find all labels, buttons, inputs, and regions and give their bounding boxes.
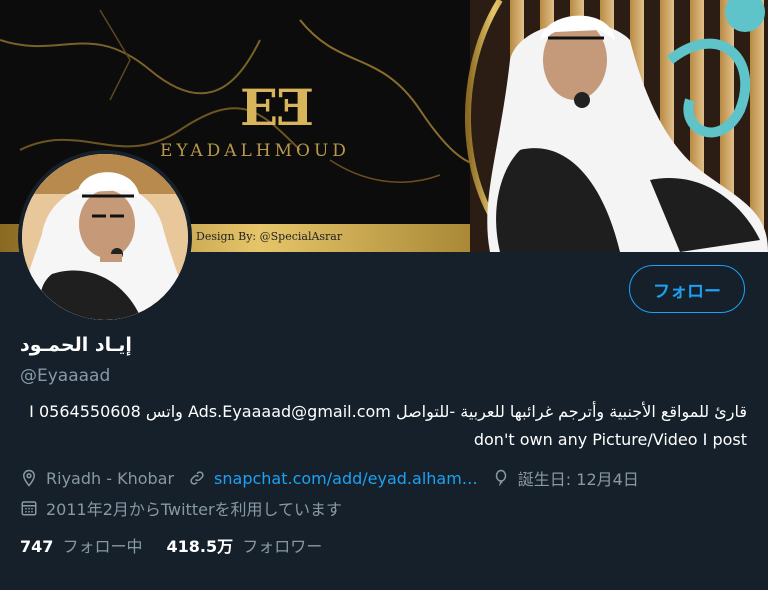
following-stat[interactable]: 747 フォロー中 — [20, 533, 143, 557]
location-text: Riyadh - Khobar — [46, 468, 175, 488]
following-count: 747 — [20, 537, 54, 556]
website-item[interactable]: snapchat.com/add/eyad.alham… — [188, 469, 478, 488]
follow-button[interactable]: フォロー — [629, 265, 745, 313]
profile-bio: قارئ للمواقع الأجنبية وأترجم غرائبها للع… — [20, 398, 747, 454]
birthday-text: 誕生日: 12月4日 — [517, 470, 639, 489]
bio-line-1: قارئ للمواقع الأجنبية وأترجم غرائبها للع… — [29, 402, 747, 421]
banner-credit: Design By: @SpecialAsrar — [196, 230, 343, 243]
banner-brand-text: EYADALHMOUD — [160, 141, 350, 161]
banner-logo-mark: EƎ — [240, 78, 314, 137]
calendar-icon — [21, 501, 37, 516]
avatar-photo — [22, 154, 188, 320]
profile-meta-row: Riyadh - Khobar snapchat.com/add/eyad.al… — [20, 464, 653, 492]
profile-stats: 747 フォロー中 418.5万 フォロワー — [20, 533, 346, 557]
birthday-item: 誕生日: 12月4日 — [492, 466, 639, 490]
bio-line-2: don't own any Picture/Video I post — [473, 430, 747, 449]
birthday-balloon-icon — [495, 469, 507, 486]
link-icon — [190, 471, 204, 485]
location-icon — [22, 469, 36, 487]
profile-handle: @Eyaaaad — [20, 366, 111, 386]
followers-label: フォロワー — [242, 537, 323, 556]
profile-joined-row: 2011年2月からTwitterを利用しています — [20, 494, 356, 522]
avatar[interactable] — [18, 150, 192, 324]
website-link[interactable]: snapchat.com/add/eyad.alham… — [214, 469, 478, 488]
following-label: フォロー中 — [62, 537, 143, 556]
followers-stat[interactable]: 418.5万 フォロワー — [167, 533, 323, 557]
joined-item: 2011年2月からTwitterを利用しています — [20, 496, 342, 520]
location-item: Riyadh - Khobar — [20, 469, 174, 488]
followers-count: 418.5万 — [166, 537, 234, 556]
profile-name: إيـاد الحمـود — [20, 334, 132, 356]
joined-text: 2011年2月からTwitterを利用しています — [46, 500, 343, 519]
